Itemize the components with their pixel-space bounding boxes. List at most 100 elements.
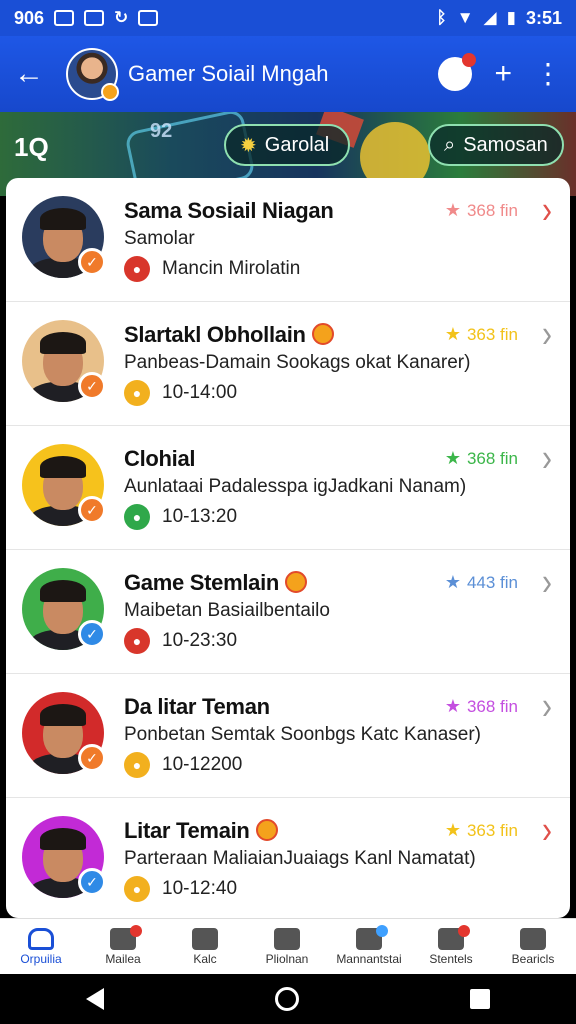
contact-name: Slartakl Obhollain (124, 322, 334, 348)
rating-text: 368 fin (466, 696, 518, 716)
system-recents-icon[interactable] (470, 989, 491, 1009)
status-left-text: 906 (14, 7, 45, 28)
more-options-icon[interactable]: ⋮ (534, 60, 562, 88)
conversation-row[interactable]: ✓ Da litar Teman Ponbetan Semtak Soonbgs… (6, 674, 570, 798)
add-icon[interactable]: + (494, 57, 512, 91)
system-back-icon[interactable] (85, 988, 104, 1010)
sync-notification-icon: ↻ (114, 8, 129, 27)
message-meta: ● 10-14:00 (124, 380, 237, 406)
conversation-row[interactable]: ✓ Clohial Aunlataai Padalesspa igJadkani… (6, 426, 570, 550)
contact-name: Clohial (124, 446, 196, 471)
chevron-right-icon[interactable]: › (542, 189, 552, 233)
meta-text: 10-12200 (162, 754, 243, 775)
nav-label: Kalc (193, 951, 217, 966)
rating-text: 368 fin (466, 200, 518, 220)
bluetooth-icon: ᛒ (436, 8, 447, 27)
page-title: Gamer Soiail Mngah (128, 61, 329, 86)
nav-item[interactable]: Pliolnan (246, 919, 328, 974)
message-preview: Panbeas-Damain Sookags okat Kanarer) (124, 352, 471, 373)
wifi-icon: ▼ (456, 8, 474, 27)
conversation-list: ✓ Sama Sosiail Niagan Samolar ● Mancin M… (6, 178, 570, 918)
status-bar: 906 ↻ ᛒ ▼ ◢ ▮ 3:51 (0, 0, 576, 36)
rating-text: 363 fin (466, 820, 518, 840)
chevron-right-icon[interactable]: › (542, 437, 552, 481)
verified-check-icon: ✓ (78, 496, 106, 524)
meta-text: 10-23:30 (162, 630, 238, 651)
emoji-badge-icon (255, 819, 278, 841)
nav-item[interactable]: Bearicls (492, 919, 574, 974)
rating: ★ 363 fin (445, 324, 518, 345)
nav-item[interactable]: Stentels (410, 919, 492, 974)
nav-item[interactable]: Mannantstai (328, 919, 410, 974)
star-icon: ★ (444, 448, 461, 468)
back-arrow-icon[interactable]: ← (14, 57, 54, 91)
conversation-row[interactable]: ✓ Game Stemlain Maibetan Basiailbentailo… (6, 550, 570, 674)
bottom-navigation: Orpuilia Mailea Kalc Pliolnan Mannantsta… (0, 918, 576, 974)
avatar-hair (40, 580, 86, 602)
contact-name: Litar Temain (124, 818, 278, 844)
banner-score: 92 (150, 120, 173, 142)
system-navigation (0, 974, 576, 1024)
status-icon: ● (124, 256, 150, 282)
banner-count: 1Q (14, 132, 49, 162)
conversation-row[interactable]: ✓ Sama Sosiail Niagan Samolar ● Mancin M… (6, 178, 570, 302)
chevron-right-icon[interactable]: › (542, 313, 552, 357)
chevron-right-icon[interactable]: › (542, 561, 552, 605)
search-pill[interactable]: ⌕ Samosan (428, 124, 564, 166)
search-icon: ⌕ (444, 133, 456, 156)
pill-label: Samosan (463, 133, 548, 156)
message-meta: ● 10-13:20 (124, 504, 237, 530)
conversation-row[interactable]: ✓ Slartakl Obhollain Panbeas-Damain Sook… (6, 302, 570, 426)
group-avatar[interactable] (66, 48, 119, 101)
meta-text: 10-13:20 (162, 506, 238, 527)
gear-icon: ✹ (240, 134, 257, 157)
search-icon (192, 927, 218, 950)
nav-item[interactable]: Orpuilia (0, 919, 82, 974)
contact-name: Sama Sosiail Niagan (124, 198, 334, 223)
avatar-hair (40, 332, 86, 354)
profile-icon (520, 927, 546, 950)
meta-text: Mancin Mirolatin (162, 258, 301, 279)
mail-notification-icon (54, 10, 75, 26)
meta-text: 10-14:00 (162, 382, 238, 403)
rating-text: 368 fin (466, 448, 518, 468)
verified-check-icon: ✓ (78, 248, 106, 276)
notification-icon[interactable] (438, 53, 477, 91)
verified-check-icon: ✓ (78, 372, 106, 400)
nav-item[interactable]: Kalc (164, 919, 246, 974)
system-home-icon[interactable] (274, 987, 299, 1011)
bag-notification-icon (84, 10, 105, 26)
message-preview: Aunlataai Padalesspa igJadkani Nanam) (124, 476, 467, 497)
nav-label: Orpuilia (20, 951, 62, 966)
message-meta: ● 10-12:40 (124, 876, 237, 902)
avatar-hair (40, 208, 86, 230)
notification-dot (376, 925, 388, 937)
star-icon: ★ (444, 572, 461, 592)
nav-item[interactable]: Mailea (82, 919, 164, 974)
notification-dot (458, 925, 470, 937)
verified-badge-icon (101, 83, 119, 101)
app-bar: ← Gamer Soiail Mngah + ⋮ (0, 36, 576, 112)
status-time: 3:51 (525, 7, 562, 28)
chevron-right-icon[interactable]: › (542, 809, 552, 853)
verified-check-icon: ✓ (78, 744, 106, 772)
rating: ★ 363 fin (445, 820, 518, 841)
nav-label: Pliolnan (265, 951, 309, 966)
chevron-right-icon[interactable]: › (542, 685, 552, 729)
message-preview: Maibetan Basiailbentailo (124, 600, 330, 621)
conversation-row[interactable]: ✓ Litar Temain Parteraan MaliaianJuaiags… (6, 798, 570, 918)
nav-label: Mannantstai (336, 951, 402, 966)
image-notification-icon (138, 10, 159, 26)
rating: ★ 443 fin (445, 572, 518, 593)
status-icon: ● (124, 752, 150, 778)
rating: ★ 368 fin (445, 200, 518, 221)
verified-check-icon: ✓ (78, 868, 106, 896)
avatar-hair (40, 704, 86, 726)
battery-icon: ▮ (506, 8, 516, 27)
star-icon: ★ (444, 696, 461, 716)
star-icon: ★ (444, 820, 461, 840)
rating: ★ 368 fin (445, 448, 518, 469)
message-preview: Samolar (124, 228, 195, 249)
avatar-hair (40, 828, 86, 850)
filter-pill-garolal[interactable]: ✹ Garolal (224, 124, 350, 166)
